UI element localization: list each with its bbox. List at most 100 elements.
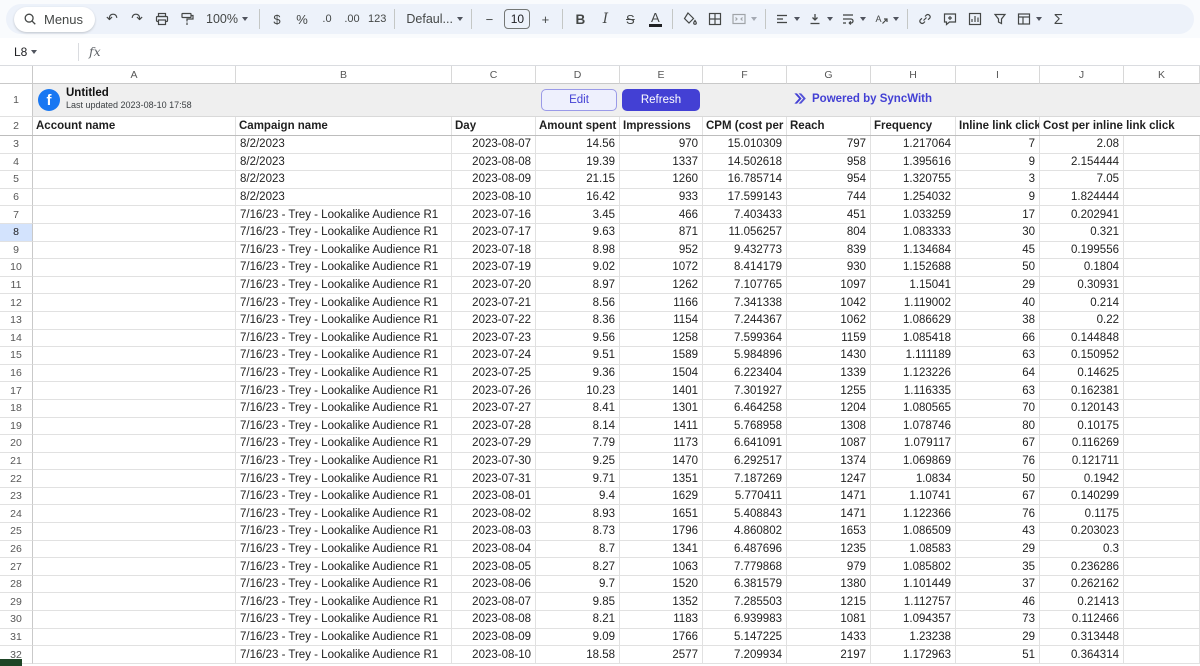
cell-day[interactable]: 2023-07-20 (452, 277, 536, 295)
cell-cpm[interactable]: 6.487696 (703, 541, 787, 559)
cell-campaign-name[interactable]: 7/16/23 - Trey - Lookalike Audience R1 (236, 470, 452, 488)
cell-k[interactable] (1124, 330, 1200, 348)
cell-impressions[interactable]: 1520 (620, 576, 703, 594)
cell-k[interactable] (1124, 629, 1200, 647)
cell-reach[interactable]: 1471 (787, 505, 871, 523)
cell-amount-spent[interactable]: 3.45 (536, 206, 620, 224)
cell-impressions[interactable]: 1589 (620, 347, 703, 365)
cell-account-name[interactable] (33, 541, 236, 559)
create-filter-button[interactable] (988, 7, 1012, 31)
cell-cost-per-inline-link-click[interactable]: 0.214 (1040, 294, 1124, 312)
cell-k[interactable] (1124, 206, 1200, 224)
cell-account-name[interactable] (33, 365, 236, 383)
row-number[interactable]: 13 (0, 312, 33, 330)
edit-button[interactable]: Edit (541, 89, 617, 111)
cell-k[interactable] (1124, 453, 1200, 471)
cell-account-name[interactable] (33, 136, 236, 154)
cell-frequency[interactable]: 1.122366 (871, 505, 956, 523)
cell-inline-link-clicks[interactable]: 40 (956, 294, 1040, 312)
currency-format-button[interactable]: $ (265, 7, 289, 31)
cell-impressions[interactable]: 1337 (620, 154, 703, 172)
cell-inline-link-clicks[interactable]: 67 (956, 488, 1040, 506)
cell-inline-link-clicks[interactable]: 43 (956, 523, 1040, 541)
cell-frequency[interactable]: 1.254032 (871, 189, 956, 207)
cell-amount-spent[interactable]: 8.14 (536, 418, 620, 436)
cell-cost-per-inline-link-click[interactable]: 0.140299 (1040, 488, 1124, 506)
cell-frequency[interactable]: 1.033259 (871, 206, 956, 224)
cell-cpm[interactable]: 7.244367 (703, 312, 787, 330)
cell-day[interactable]: 2023-08-04 (452, 541, 536, 559)
font-size-input[interactable]: 10 (504, 9, 530, 29)
row-number[interactable]: 17 (0, 382, 33, 400)
cell-frequency[interactable]: 1.119002 (871, 294, 956, 312)
cell-impressions[interactable]: 1063 (620, 558, 703, 576)
cell-campaign-name[interactable]: 7/16/23 - Trey - Lookalike Audience R1 (236, 435, 452, 453)
cell-k[interactable] (1124, 365, 1200, 383)
cell-campaign-name[interactable]: 7/16/23 - Trey - Lookalike Audience R1 (236, 330, 452, 348)
cell-frequency[interactable]: 1.15041 (871, 277, 956, 295)
cell-account-name[interactable] (33, 593, 236, 611)
cell-day[interactable]: 2023-07-27 (452, 400, 536, 418)
cell-account-name[interactable] (33, 294, 236, 312)
cell-reach[interactable]: 954 (787, 171, 871, 189)
cell-cpm[interactable]: 16.785714 (703, 171, 787, 189)
cell-frequency[interactable]: 1.152688 (871, 259, 956, 277)
cell-frequency[interactable]: 1.080565 (871, 400, 956, 418)
cell-day[interactable]: 2023-07-16 (452, 206, 536, 224)
cell-cpm[interactable]: 9.432773 (703, 242, 787, 260)
cell-impressions[interactable]: 1351 (620, 470, 703, 488)
column-title-cell[interactable]: Reach (787, 117, 871, 135)
cell-frequency[interactable]: 1.069869 (871, 453, 956, 471)
cell-frequency[interactable]: 1.101449 (871, 576, 956, 594)
cell-reach[interactable]: 1308 (787, 418, 871, 436)
cell-cost-per-inline-link-click[interactable]: 0.144848 (1040, 330, 1124, 348)
cell-reach[interactable]: 1062 (787, 312, 871, 330)
cell-amount-spent[interactable]: 8.41 (536, 400, 620, 418)
cell-account-name[interactable] (33, 646, 236, 664)
cell-amount-spent[interactable]: 8.27 (536, 558, 620, 576)
cell-amount-spent[interactable]: 9.36 (536, 365, 620, 383)
cell-account-name[interactable] (33, 189, 236, 207)
cell-cpm[interactable]: 5.984896 (703, 347, 787, 365)
cell-k[interactable] (1124, 277, 1200, 295)
row-number[interactable]: 11 (0, 277, 33, 295)
cell-k[interactable] (1124, 242, 1200, 260)
cell-campaign-name[interactable]: 7/16/23 - Trey - Lookalike Audience R1 (236, 259, 452, 277)
fill-color-button[interactable] (678, 7, 702, 31)
row-number[interactable]: 8 (0, 224, 33, 242)
cell-account-name[interactable] (33, 330, 236, 348)
cell-reach[interactable]: 1204 (787, 400, 871, 418)
cell-day[interactable]: 2023-08-07 (452, 593, 536, 611)
cell-campaign-name[interactable]: 7/16/23 - Trey - Lookalike Audience R1 (236, 576, 452, 594)
cell-cpm[interactable]: 7.301927 (703, 382, 787, 400)
cell-amount-spent[interactable]: 9.63 (536, 224, 620, 242)
cell-reach[interactable]: 1339 (787, 365, 871, 383)
cell-campaign-name[interactable]: 7/16/23 - Trey - Lookalike Audience R1 (236, 206, 452, 224)
row-number[interactable]: 24 (0, 505, 33, 523)
cell-k[interactable] (1124, 418, 1200, 436)
cell-cpm[interactable]: 8.414179 (703, 259, 787, 277)
cell-k[interactable] (1124, 646, 1200, 664)
cell-reach[interactable]: 797 (787, 136, 871, 154)
cell-account-name[interactable] (33, 488, 236, 506)
cell-impressions[interactable]: 1173 (620, 435, 703, 453)
column-title-cell[interactable]: Impressions (620, 117, 703, 135)
cell-cost-per-inline-link-click[interactable]: 0.203023 (1040, 523, 1124, 541)
cell-cost-per-inline-link-click[interactable]: 0.120143 (1040, 400, 1124, 418)
cell-k[interactable] (1124, 136, 1200, 154)
cell-cpm[interactable]: 7.341338 (703, 294, 787, 312)
cell-day[interactable]: 2023-08-09 (452, 171, 536, 189)
row-number[interactable]: 19 (0, 418, 33, 436)
cell-cost-per-inline-link-click[interactable]: 0.150952 (1040, 347, 1124, 365)
decrease-decimal-button[interactable]: .0 (315, 7, 339, 31)
cell-day[interactable]: 2023-08-09 (452, 629, 536, 647)
cell-day[interactable]: 2023-07-22 (452, 312, 536, 330)
cell-frequency[interactable]: 1.10741 (871, 488, 956, 506)
cell-amount-spent[interactable]: 7.79 (536, 435, 620, 453)
row-number[interactable]: 5 (0, 171, 33, 189)
cell-account-name[interactable] (33, 435, 236, 453)
cell-k[interactable] (1124, 347, 1200, 365)
cell-day[interactable]: 2023-08-02 (452, 505, 536, 523)
cell-k[interactable] (1124, 224, 1200, 242)
font-family-select[interactable]: Defaul... (400, 7, 466, 31)
